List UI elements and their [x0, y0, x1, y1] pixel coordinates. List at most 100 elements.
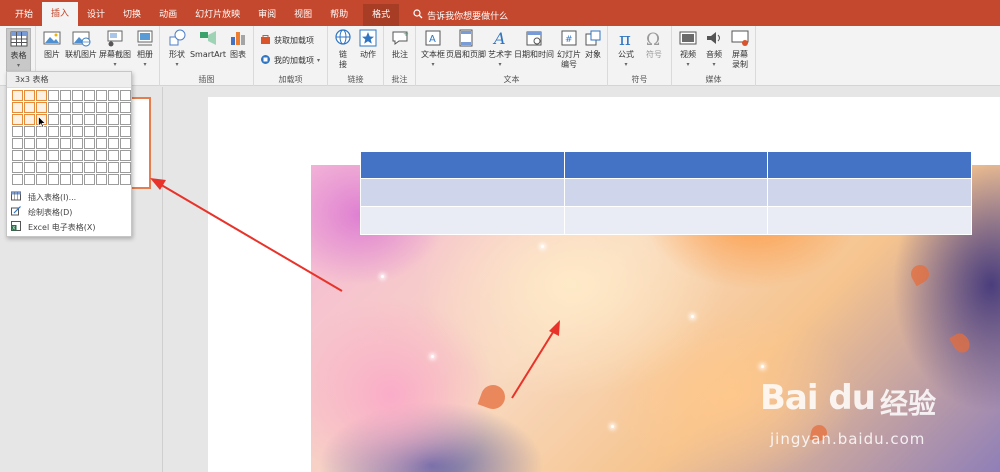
tab-review[interactable]: 审阅 — [249, 4, 285, 26]
table-grid-cell[interactable] — [84, 126, 95, 137]
table-size-grid[interactable] — [12, 90, 131, 185]
table-cell[interactable] — [563, 178, 769, 207]
audio-button[interactable]: 音频 ▾ — [702, 28, 726, 70]
table-grid-cell[interactable] — [48, 138, 59, 149]
table-grid-cell[interactable] — [24, 114, 35, 125]
table-grid-cell[interactable] — [60, 150, 71, 161]
excel-table-menu-item[interactable]: X Excel 电子表格(X) — [11, 220, 129, 234]
table-grid-cell[interactable] — [84, 162, 95, 173]
table-cell[interactable] — [563, 206, 769, 235]
tell-me-box[interactable]: 告诉我你想要做什么 — [413, 4, 508, 26]
table-grid-cell[interactable] — [12, 162, 23, 173]
picture-button[interactable]: 图片 — [40, 28, 64, 60]
table-grid-cell[interactable] — [96, 90, 107, 101]
table-grid-cell[interactable] — [24, 138, 35, 149]
table-grid-cell[interactable] — [24, 174, 35, 185]
online-picture-button[interactable]: 联机图片 — [64, 28, 98, 60]
table-grid-cell[interactable] — [60, 102, 71, 113]
table-grid-cell[interactable] — [24, 90, 35, 101]
smartart-button[interactable]: SmartArt — [190, 28, 226, 60]
tab-help[interactable]: 帮助 — [321, 4, 357, 26]
table-grid-cell[interactable] — [72, 102, 83, 113]
table-grid-cell[interactable] — [12, 114, 23, 125]
table-grid-cell[interactable] — [60, 162, 71, 173]
table-grid-cell[interactable] — [72, 114, 83, 125]
table-grid-cell[interactable] — [36, 102, 47, 113]
table-grid-cell[interactable] — [72, 150, 83, 161]
table-grid-cell[interactable] — [48, 90, 59, 101]
table-grid-cell[interactable] — [12, 150, 23, 161]
slide-table[interactable] — [360, 151, 972, 235]
table-grid-cell[interactable] — [108, 174, 119, 185]
draw-table-menu-item[interactable]: 绘制表格(D) — [11, 205, 129, 219]
table-grid-cell[interactable] — [36, 138, 47, 149]
table-grid-cell[interactable] — [120, 90, 131, 101]
table-grid-cell[interactable] — [60, 114, 71, 125]
table-grid-cell[interactable] — [36, 90, 47, 101]
table-grid-cell[interactable] — [60, 138, 71, 149]
table-grid-cell[interactable] — [36, 150, 47, 161]
wordart-button[interactable]: A 艺术字 ▾ — [486, 28, 514, 70]
table-grid-cell[interactable] — [36, 174, 47, 185]
symbol-button[interactable]: Ω 符号 — [642, 28, 666, 60]
table-grid-cell[interactable] — [12, 90, 23, 101]
tab-transitions[interactable]: 切换 — [114, 4, 150, 26]
shapes-button[interactable]: 形状 ▾ — [164, 28, 190, 70]
table-grid-cell[interactable] — [96, 138, 107, 149]
textbox-button[interactable]: A 文本框 ▾ — [420, 28, 446, 70]
table-grid-cell[interactable] — [120, 138, 131, 149]
table-grid-cell[interactable] — [84, 138, 95, 149]
table-grid-cell[interactable] — [12, 138, 23, 149]
equation-button[interactable]: π 公式 ▾ — [614, 28, 638, 70]
insert-table-menu-item[interactable]: 插入表格(I)... — [11, 190, 129, 204]
comment-button[interactable]: + 批注 — [389, 28, 411, 60]
table-grid-cell[interactable] — [48, 162, 59, 173]
table-grid-cell[interactable] — [108, 150, 119, 161]
table-grid-cell[interactable] — [96, 150, 107, 161]
table-grid-cell[interactable] — [48, 150, 59, 161]
tab-animations[interactable]: 动画 — [150, 4, 186, 26]
tab-slideshow[interactable]: 幻灯片放映 — [186, 4, 249, 26]
table-grid-cell[interactable] — [84, 102, 95, 113]
table-grid-cell[interactable] — [24, 150, 35, 161]
tab-design[interactable]: 设计 — [78, 4, 114, 26]
table-grid-cell[interactable] — [84, 114, 95, 125]
table-grid-cell[interactable] — [120, 174, 131, 185]
table-grid-cell[interactable] — [120, 126, 131, 137]
video-button[interactable]: 视频 ▾ — [676, 28, 700, 70]
table-grid-cell[interactable] — [96, 162, 107, 173]
table-grid-cell[interactable] — [48, 102, 59, 113]
header-footer-button[interactable]: 页眉和页脚 — [446, 28, 486, 60]
table-grid-cell[interactable] — [108, 138, 119, 149]
table-grid-cell[interactable] — [48, 126, 59, 137]
table-grid-cell[interactable] — [96, 126, 107, 137]
table-grid-cell[interactable] — [108, 114, 119, 125]
table-grid-cell[interactable] — [96, 102, 107, 113]
table-grid-cell[interactable] — [84, 174, 95, 185]
table-cell[interactable] — [767, 151, 972, 179]
table-grid-cell[interactable] — [48, 114, 59, 125]
table-grid-cell[interactable] — [24, 102, 35, 113]
table-grid-cell[interactable] — [108, 90, 119, 101]
table-grid-cell[interactable] — [84, 150, 95, 161]
table-grid-cell[interactable] — [96, 114, 107, 125]
table-grid-cell[interactable] — [60, 90, 71, 101]
tab-home[interactable]: 开始 — [6, 4, 42, 26]
table-grid-cell[interactable] — [96, 174, 107, 185]
slide-number-button[interactable]: # 幻灯片 编号 — [556, 28, 582, 70]
table-grid-cell[interactable] — [48, 174, 59, 185]
get-addins-button[interactable]: 获取加载项 — [260, 34, 314, 47]
tab-view[interactable]: 视图 — [285, 4, 321, 26]
my-addins-button[interactable]: 我的加载项 ▾ — [260, 54, 320, 67]
photo-album-button[interactable]: 相册 ▾ — [133, 28, 157, 70]
table-grid-cell[interactable] — [72, 126, 83, 137]
screenshot-button[interactable]: 屏幕截图 ▾ — [98, 28, 132, 70]
action-button[interactable]: 动作 — [356, 28, 380, 60]
table-grid-cell[interactable] — [72, 90, 83, 101]
table-grid-cell[interactable] — [12, 174, 23, 185]
link-button[interactable]: 链 接 — [332, 28, 354, 70]
table-grid-cell[interactable] — [72, 174, 83, 185]
table-cell[interactable] — [360, 206, 565, 235]
table-cell[interactable] — [767, 178, 972, 207]
table-grid-cell[interactable] — [120, 150, 131, 161]
